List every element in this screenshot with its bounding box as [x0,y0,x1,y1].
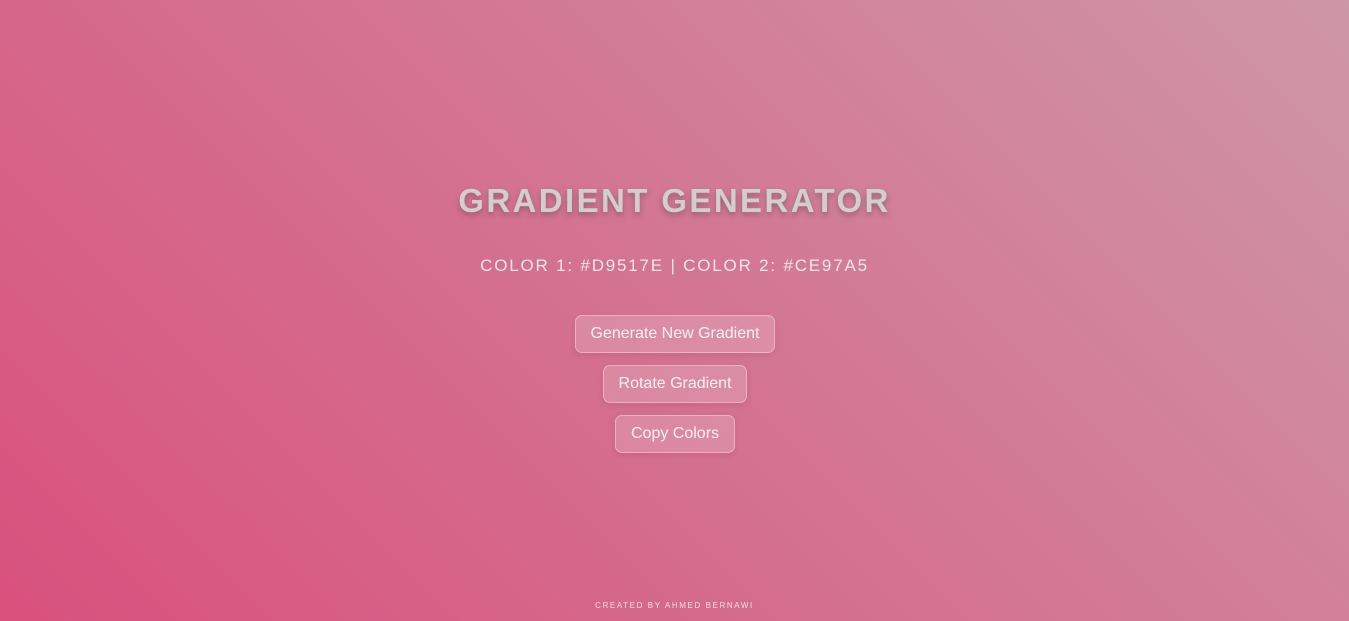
generate-gradient-button[interactable]: Generate New Gradient [575,315,775,353]
main-content: GRADIENT GENERATOR COLOR 1: #D9517E | CO… [0,0,1349,621]
rotate-gradient-button[interactable]: Rotate Gradient [603,365,747,403]
color-values-text: COLOR 1: #D9517E | COLOR 2: #CE97A5 [480,256,869,275]
footer-credit: CREATED BY AHMED BERNAWI [595,601,754,610]
copy-colors-button[interactable]: Copy Colors [615,415,735,453]
page-title: GRADIENT GENERATOR [458,182,891,219]
